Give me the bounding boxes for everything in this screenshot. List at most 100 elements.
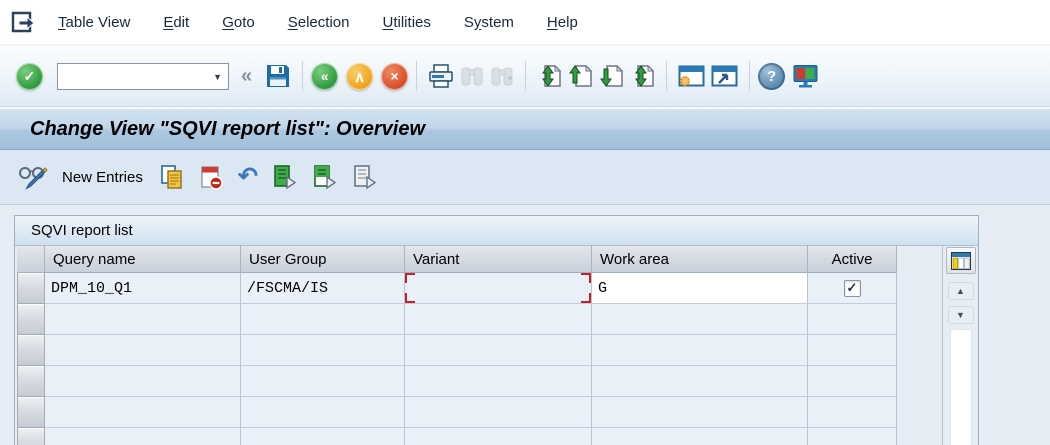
- cell-query-name[interactable]: [45, 428, 241, 445]
- help-button[interactable]: ?: [758, 63, 785, 90]
- cell-query-name[interactable]: [45, 335, 241, 366]
- cell-active[interactable]: [808, 304, 897, 335]
- cell-query-name[interactable]: [45, 366, 241, 397]
- row-selector[interactable]: [17, 366, 45, 397]
- row-selector[interactable]: [17, 273, 45, 304]
- select-block-button[interactable]: [307, 161, 343, 193]
- column-header-work-area[interactable]: Work area: [592, 246, 808, 273]
- scroll-down-button[interactable]: ▼: [948, 306, 974, 324]
- deselect-all-icon: [352, 164, 378, 190]
- row-selector[interactable]: [17, 397, 45, 428]
- cell-active[interactable]: [808, 397, 897, 428]
- menu-system[interactable]: System: [464, 14, 514, 31]
- separator: [749, 61, 750, 91]
- triangle-down-icon: ▼: [956, 310, 965, 320]
- binoculars-icon: [460, 65, 484, 87]
- last-page-button[interactable]: [630, 64, 655, 88]
- triangle-up-icon: ▲: [956, 286, 965, 296]
- cell-query-name[interactable]: [45, 397, 241, 428]
- cancel-button[interactable]: ×: [381, 63, 408, 90]
- table-control-container: SQVI report list Query nameUser GroupVar…: [14, 215, 979, 445]
- column-header-variant[interactable]: Variant: [405, 246, 592, 273]
- menu-edit[interactable]: Edit: [163, 14, 189, 31]
- menu-goto[interactable]: Goto: [222, 14, 255, 31]
- select-all-rows-header[interactable]: [17, 246, 45, 273]
- cell-active[interactable]: ✓: [808, 273, 897, 304]
- cell-work-area[interactable]: G: [592, 273, 808, 304]
- first-page-button[interactable]: [537, 64, 562, 88]
- table-row: [17, 304, 942, 335]
- column-header-active[interactable]: Active: [808, 246, 897, 273]
- row-selector[interactable]: [17, 304, 45, 335]
- cell-active[interactable]: [808, 335, 897, 366]
- save-button[interactable]: [265, 63, 291, 89]
- scrollbar-track[interactable]: [950, 329, 972, 445]
- exit-button[interactable]: ∧: [346, 63, 373, 90]
- command-field-input[interactable]: [61, 65, 201, 88]
- menu-table-view[interactable]: Table View: [58, 14, 130, 31]
- delete-row-button[interactable]: [194, 161, 229, 193]
- cell-user-group[interactable]: [241, 304, 405, 335]
- back-button[interactable]: «: [311, 63, 338, 90]
- cell-variant[interactable]: [405, 397, 592, 428]
- undo-button[interactable]: ↶: [233, 161, 263, 193]
- next-page-button[interactable]: [599, 64, 624, 88]
- cell-variant[interactable]: [405, 366, 592, 397]
- row-selector[interactable]: [17, 428, 45, 445]
- row-selector[interactable]: [17, 335, 45, 366]
- cell-variant[interactable]: [405, 428, 592, 445]
- column-header-query-name[interactable]: Query name: [45, 246, 241, 273]
- collapse-toolbar-icon[interactable]: «: [241, 65, 252, 88]
- create-shortcut-button[interactable]: [711, 65, 738, 88]
- table-row: DPM_10_Q1/FSCMA/IS G ✓: [17, 273, 942, 304]
- monitor-icon: [792, 64, 819, 89]
- cell-user-group[interactable]: [241, 397, 405, 428]
- column-config-icon: [951, 252, 971, 270]
- cell-user-group[interactable]: [241, 366, 405, 397]
- find-button[interactable]: [460, 65, 484, 87]
- new-entries-button[interactable]: New Entries: [62, 169, 143, 186]
- menu-utilities[interactable]: Utilities: [382, 14, 430, 31]
- select-all-button[interactable]: [267, 161, 303, 193]
- cell-work-area[interactable]: [592, 335, 808, 366]
- previous-page-button[interactable]: [568, 64, 593, 88]
- delete-icon: [199, 164, 224, 191]
- command-field-wrap: ▼: [57, 63, 229, 90]
- menu-items: Table View Edit Goto Selection Utilities Syst…: [58, 14, 578, 31]
- select-all-icon: [272, 164, 298, 190]
- find-next-button[interactable]: [490, 65, 514, 87]
- menu-help[interactable]: Help: [547, 14, 578, 31]
- cell-user-group[interactable]: [241, 335, 405, 366]
- print-button[interactable]: [428, 64, 454, 89]
- enter-button[interactable]: ✓: [16, 63, 43, 90]
- cell-work-area[interactable]: [592, 366, 808, 397]
- active-checkbox[interactable]: ✓: [844, 280, 861, 297]
- menu-selection[interactable]: Selection: [288, 14, 350, 31]
- cell-variant[interactable]: [405, 273, 592, 304]
- copy-as-button[interactable]: [155, 161, 190, 193]
- cell-query-name[interactable]: [45, 304, 241, 335]
- cell-variant[interactable]: [405, 335, 592, 366]
- selection-bracket: [581, 273, 591, 283]
- cell-work-area[interactable]: [592, 397, 808, 428]
- cell-variant[interactable]: [405, 304, 592, 335]
- cell-active[interactable]: [808, 428, 897, 445]
- table-settings-button[interactable]: [946, 247, 976, 274]
- cell-work-area[interactable]: [592, 428, 808, 445]
- select-block-icon: [312, 164, 338, 190]
- cell-work-area[interactable]: [592, 304, 808, 335]
- cell-active[interactable]: [808, 366, 897, 397]
- scroll-up-button[interactable]: ▲: [948, 282, 974, 300]
- cell-user-group[interactable]: /FSCMA/IS: [241, 273, 405, 304]
- system-menu-icon[interactable]: [10, 10, 36, 34]
- display-change-toggle-button[interactable]: [12, 161, 54, 193]
- back-icon: «: [321, 68, 329, 84]
- new-session-button[interactable]: [678, 65, 705, 88]
- cell-query-name[interactable]: DPM_10_Q1: [45, 273, 241, 304]
- table-row: [17, 428, 942, 445]
- deselect-all-button[interactable]: [347, 161, 383, 193]
- customize-layout-button[interactable]: [792, 64, 819, 89]
- command-dropdown-icon[interactable]: ▼: [213, 72, 222, 82]
- column-header-user-group[interactable]: User Group: [241, 246, 405, 273]
- cell-user-group[interactable]: [241, 428, 405, 445]
